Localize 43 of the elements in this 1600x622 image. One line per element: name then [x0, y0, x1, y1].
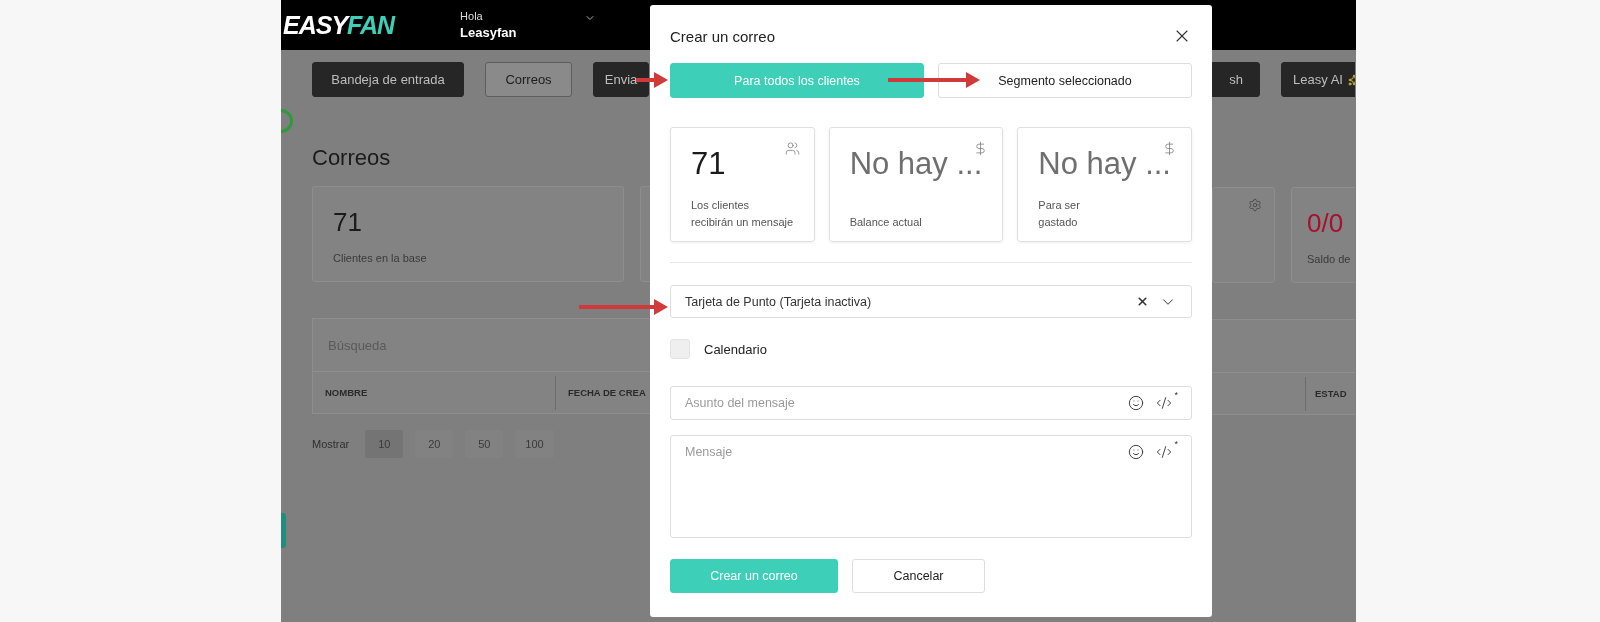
- nav-button[interactable]: sh: [1212, 62, 1260, 97]
- status-ring-icon: [281, 109, 293, 133]
- nav-button[interactable]: Envia: [593, 62, 649, 97]
- stat-label: Clientes en la base: [333, 252, 428, 264]
- required-mark: *: [1174, 440, 1178, 449]
- calendar-checkbox[interactable]: [670, 339, 690, 359]
- stat-value: No hay ...: [849, 146, 983, 182]
- stat-label: Saldo de: [1307, 253, 1352, 265]
- column-header: FECHA DE CREA: [567, 387, 646, 398]
- users-icon: [784, 141, 800, 156]
- checkbox-label: Calendario: [704, 341, 767, 357]
- user-name: Leasyfan: [460, 25, 517, 40]
- card-select[interactable]: Tarjeta de Punto (Tarjeta inactiva): [670, 285, 1192, 318]
- stat-value: 0/0: [1307, 208, 1345, 239]
- column-header: NOMBRE: [313, 375, 556, 410]
- clear-icon[interactable]: [1136, 295, 1149, 308]
- sparkle-icon: [1347, 73, 1355, 86]
- stat-value: No hay ...: [1038, 146, 1171, 182]
- emoji-icon[interactable]: [1128, 444, 1145, 460]
- settings-icon[interactable]: [1248, 198, 1262, 212]
- stat-value: 71: [333, 207, 363, 238]
- code-icon[interactable]: [1156, 444, 1173, 460]
- greeting: Hola: [460, 10, 484, 22]
- stat-label: Para ser gastado: [1038, 198, 1081, 230]
- code-icon[interactable]: [1156, 395, 1173, 411]
- page-size-label: Mostrar: [312, 438, 350, 450]
- emoji-icon[interactable]: [1128, 395, 1145, 411]
- nav-button[interactable]: Bandeja de entrada: [312, 62, 464, 97]
- cancel-button[interactable]: Cancelar: [852, 559, 985, 593]
- nav-button[interactable]: Correos: [485, 62, 572, 97]
- nav-button[interactable]: Leasy AI: [1281, 62, 1355, 97]
- stat-label: Los clientes recibirán un mensaje: [691, 198, 794, 230]
- stat-value: 71: [691, 146, 727, 182]
- pointer-arrow: [636, 72, 668, 88]
- page-title: Correos: [312, 145, 392, 171]
- dollar-icon: [1162, 141, 1177, 156]
- dialog-title: Crear un correo: [670, 27, 776, 45]
- stat-label: Balance actual: [849, 215, 923, 230]
- logo: EASYFAN: [283, 10, 395, 40]
- required-mark: *: [1174, 391, 1178, 400]
- audience-tab[interactable]: Segmento seleccionado: [938, 63, 1192, 98]
- page-size-option[interactable]: 10: [365, 430, 404, 458]
- column-header: ESTAD: [1305, 376, 1347, 411]
